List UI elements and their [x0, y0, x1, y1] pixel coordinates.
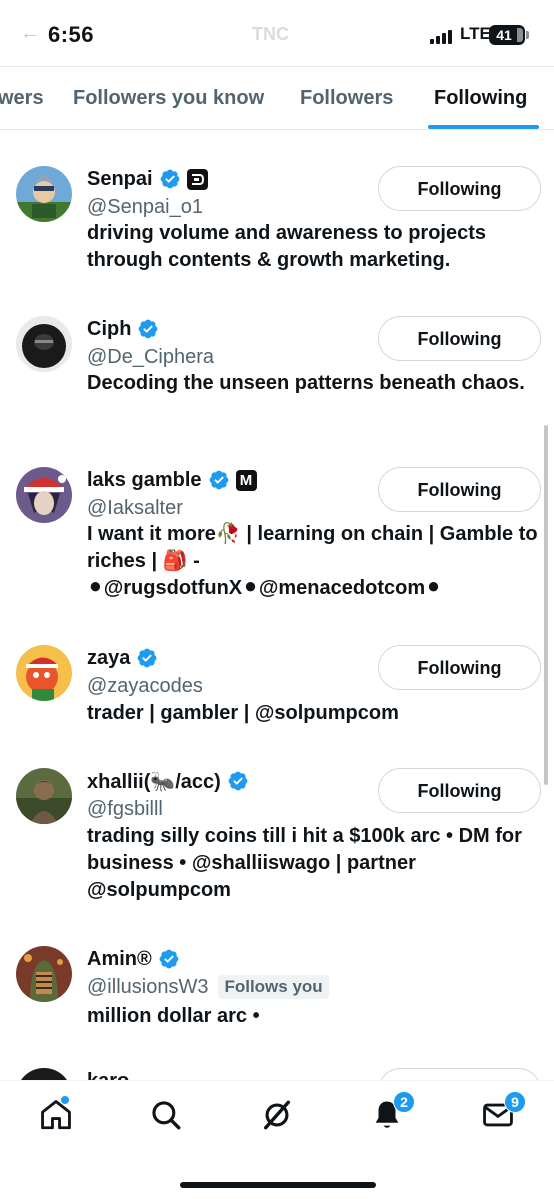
following-button[interactable]: Following [378, 316, 541, 361]
following-button[interactable]: Following [378, 645, 541, 690]
handle-line: @illusionsW3 Follows you [87, 974, 329, 1000]
user-name[interactable]: Ciph [87, 318, 131, 341]
avatar[interactable] [16, 316, 72, 372]
messages-icon[interactable]: 9 [478, 1091, 526, 1135]
org-badge-icon [186, 168, 208, 190]
user-bio: driving volume and awareness to projects… [87, 222, 487, 271]
verified-badge-icon [160, 169, 179, 189]
tab-followers[interactable]: Followers [300, 87, 393, 110]
battery-level: 41 [496, 27, 512, 43]
search-icon[interactable] [146, 1095, 186, 1135]
name-line: Amin® [87, 946, 180, 972]
user-handle[interactable]: @illusionsW3 [87, 976, 208, 999]
handle-line: @zayacodes [87, 673, 203, 699]
user-handle[interactable]: @fgsbilll [87, 798, 163, 821]
battery-icon: 41 [489, 25, 525, 45]
handle-line: @fgsbilll [87, 796, 163, 822]
home-unread-dot [60, 1095, 70, 1105]
avatar[interactable] [16, 645, 72, 701]
following-button[interactable]: Following [378, 166, 541, 211]
handle-line: @Iaksalter [87, 495, 183, 521]
user-handle[interactable]: @Senpai_o1 [87, 196, 203, 219]
user-handle[interactable]: @Iaksalter [87, 497, 183, 520]
avatar[interactable] [16, 467, 72, 523]
verified-badge-icon [228, 771, 248, 791]
notifications-icon[interactable]: 2 [367, 1091, 415, 1135]
user-handle[interactable]: @De_Ciphera [87, 346, 214, 369]
verified-badge-icon [137, 648, 157, 668]
status-bar: ← 6:56 TNC LTE 41 [0, 0, 554, 66]
network-label: LTE [460, 24, 491, 43]
grok-icon[interactable] [257, 1095, 297, 1135]
verified-badge-icon [139, 319, 158, 339]
following-button[interactable]: Following [378, 467, 541, 512]
avatar[interactable] [16, 768, 72, 824]
name-line: xhallii(🐜/acc) [87, 768, 249, 794]
user-name[interactable]: Senpai [87, 168, 153, 191]
org-badge-icon: M [235, 469, 257, 491]
active-tab-indicator [428, 125, 539, 129]
handle-line: @De_Ciphera [87, 344, 214, 370]
user-bio: trader | gambler | @solpumpcom [87, 702, 399, 724]
home-icon[interactable] [36, 1095, 76, 1135]
follows-you-badge: Follows you [218, 975, 329, 999]
user-handle[interactable]: @zayacodes [87, 675, 203, 698]
name-line: zaya [87, 645, 158, 671]
status-center-text: TNC [252, 24, 289, 44]
handle-line: @Senpai_o1 [87, 194, 203, 220]
tab-followers-you-know[interactable]: Followers you know [73, 87, 264, 110]
status-time: 6:56 [48, 22, 95, 47]
user-name[interactable]: laks gamble [87, 469, 202, 492]
user-name[interactable]: xhallii(🐜/acc) [87, 769, 221, 794]
user-bio: I want it more🥀 | learning on chain | Ga… [87, 523, 538, 599]
tab-following[interactable]: Following [434, 87, 527, 110]
user-bio: million dollar arc • [87, 1005, 260, 1027]
avatar[interactable] [16, 946, 72, 1002]
avatar[interactable] [16, 166, 72, 222]
scrollbar[interactable] [544, 425, 548, 785]
verified-badge-icon [209, 470, 228, 490]
home-indicator [180, 1182, 376, 1188]
name-line: laks gamble M [87, 467, 257, 493]
messages-badge: 9 [504, 1091, 526, 1113]
follow-tabs: wers Followers you know Followers Follow… [0, 66, 554, 130]
battery-cap [526, 31, 529, 39]
name-line: Ciph [87, 316, 159, 342]
following-button[interactable]: Following [378, 768, 541, 813]
user-name[interactable]: Amin® [87, 948, 152, 971]
tab-verified-followers[interactable]: wers [0, 87, 44, 110]
name-line: Senpai [87, 166, 208, 192]
signal-icon [430, 28, 454, 44]
back-arrow-icon[interactable]: ← [20, 22, 40, 45]
user-name[interactable]: zaya [87, 647, 130, 670]
user-bio: trading silly coins till i hit a $100k a… [87, 825, 522, 901]
notifications-badge: 2 [393, 1091, 415, 1113]
verified-badge-icon [159, 949, 179, 969]
user-bio: Decoding the unseen patterns beneath cha… [87, 372, 525, 394]
